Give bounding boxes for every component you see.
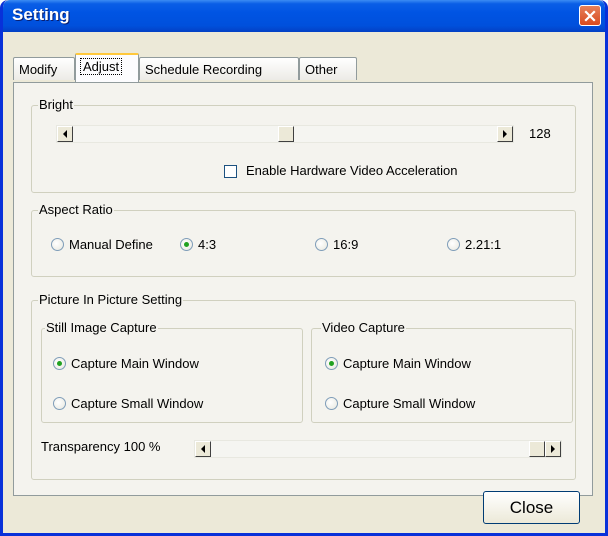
tab-other[interactable]: Other <box>299 57 357 80</box>
arrow-left-icon <box>201 445 205 453</box>
video-capture-main-label[interactable]: Capture Main Window <box>343 356 471 371</box>
bright-slider-thumb[interactable] <box>278 126 294 142</box>
still-capture-small-radio[interactable] <box>53 397 66 410</box>
aspect-16-9-label[interactable]: 16:9 <box>333 237 358 252</box>
tab-modify[interactable]: Modify <box>13 57 75 80</box>
tab-adjust[interactable]: Adjust <box>75 53 139 82</box>
transparency-label: Transparency 100 % <box>41 439 161 454</box>
aspect-16-9-radio[interactable] <box>315 238 328 251</box>
still-image-capture-legend: Still Image Capture <box>45 320 158 335</box>
pip-group: Picture In Picture Setting Still Image C… <box>31 292 576 480</box>
pip-legend: Picture In Picture Setting <box>38 292 184 307</box>
tab-adjust-label: Adjust <box>79 58 123 75</box>
transparency-slider[interactable] <box>194 440 562 458</box>
close-button[interactable]: Close <box>483 491 580 524</box>
close-icon <box>584 9 596 22</box>
aspect-4-3-radio[interactable] <box>180 238 193 251</box>
video-capture-legend: Video Capture <box>321 320 406 335</box>
video-capture-group: Video Capture Capture Main Window Captur… <box>311 320 573 423</box>
still-capture-small-label[interactable]: Capture Small Window <box>71 396 203 411</box>
video-capture-main-radio[interactable] <box>325 357 338 370</box>
aspect-manual-define-label[interactable]: Manual Define <box>69 237 153 252</box>
aspect-2-21-1-label[interactable]: 2.21:1 <box>465 237 501 252</box>
adjust-panel: Bright 128 Enable Hardware Video Acceler… <box>13 82 593 496</box>
aspect-manual-define-radio[interactable] <box>51 238 64 251</box>
close-button-label: Close <box>509 497 554 517</box>
bright-legend: Bright <box>38 97 74 112</box>
bright-value: 128 <box>529 126 551 141</box>
hw-accel-label[interactable]: Enable Hardware Video Acceleration <box>246 163 458 178</box>
bright-group: Bright 128 Enable Hardware Video Acceler… <box>31 97 576 193</box>
close-window-button[interactable] <box>579 5 601 26</box>
hw-accel-checkbox[interactable] <box>224 165 237 178</box>
tab-schedule-recording[interactable]: Schedule Recording <box>139 57 299 80</box>
arrow-left-icon <box>63 130 67 138</box>
video-capture-small-label[interactable]: Capture Small Window <box>343 396 475 411</box>
still-capture-main-radio[interactable] <box>53 357 66 370</box>
aspect-2-21-1-radio[interactable] <box>447 238 460 251</box>
setting-dialog: Setting Modify Adjust Schedule Recording… <box>0 0 608 536</box>
transparency-slider-thumb[interactable] <box>529 441 545 457</box>
bright-scroll-right-button[interactable] <box>497 126 513 142</box>
transparency-scroll-right-button[interactable] <box>545 441 561 457</box>
arrow-right-icon <box>503 130 507 138</box>
bright-slider[interactable] <box>56 125 514 143</box>
tab-modify-label: Modify <box>19 62 58 77</box>
bright-scroll-left-button[interactable] <box>57 126 73 142</box>
transparency-scroll-left-button[interactable] <box>195 441 211 457</box>
title-bar[interactable]: Setting <box>3 0 605 32</box>
aspect-ratio-legend: Aspect Ratio <box>38 202 114 217</box>
still-capture-main-label[interactable]: Capture Main Window <box>71 356 199 371</box>
window-title: Setting <box>12 5 70 24</box>
video-capture-small-radio[interactable] <box>325 397 338 410</box>
aspect-ratio-group: Aspect Ratio Manual Define 4:3 16:9 2.21… <box>31 202 576 277</box>
still-image-capture-group: Still Image Capture Capture Main Window … <box>41 320 303 423</box>
tab-schedule-recording-label: Schedule Recording <box>145 62 263 77</box>
tab-other-label: Other <box>305 62 338 77</box>
aspect-4-3-label[interactable]: 4:3 <box>198 237 216 252</box>
arrow-right-icon <box>551 445 555 453</box>
